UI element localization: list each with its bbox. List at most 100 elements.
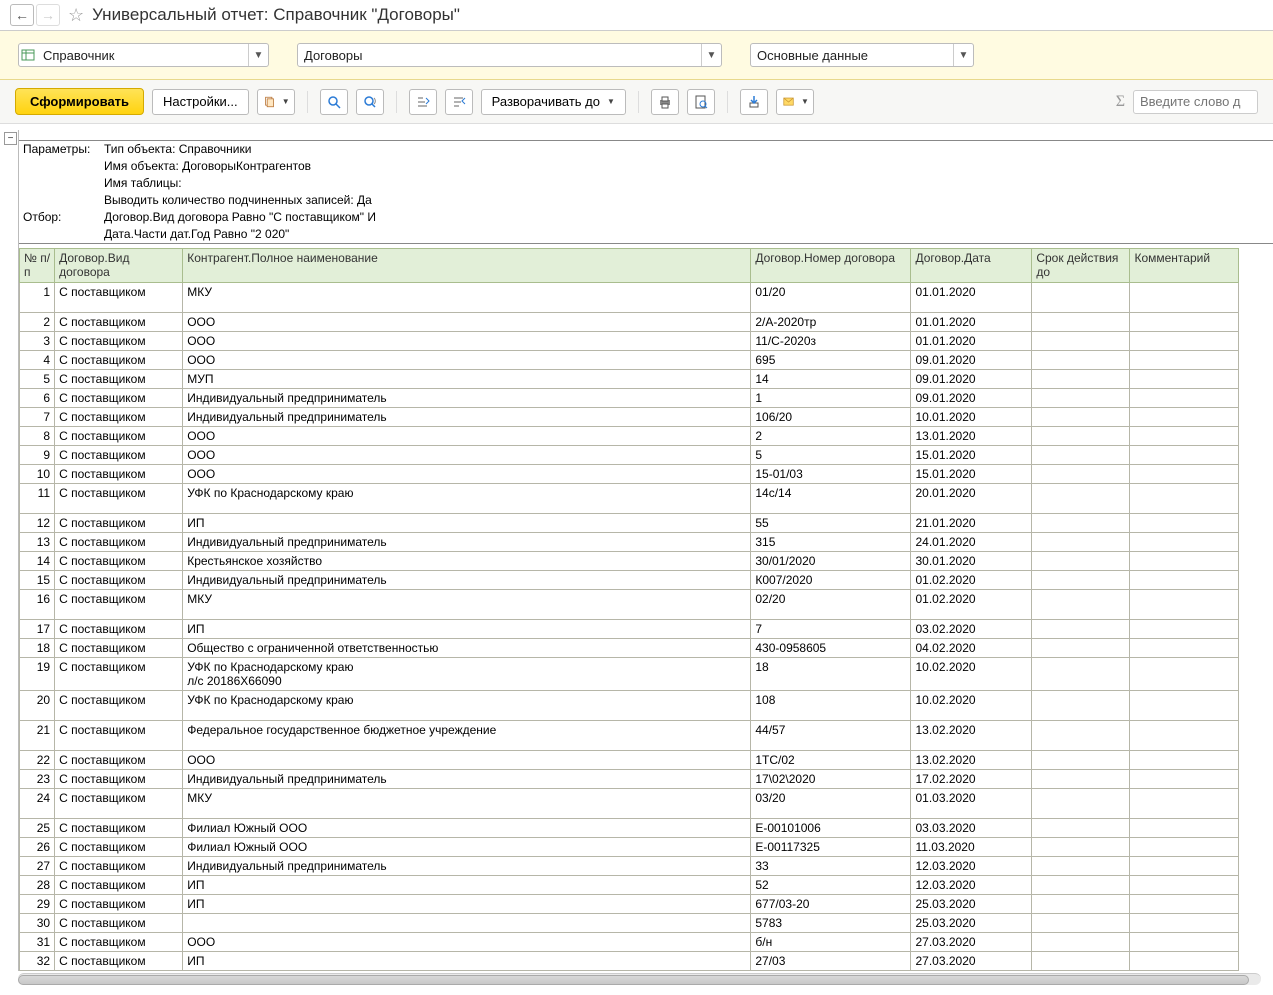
cell-number: 11 — [20, 484, 55, 514]
table-row[interactable]: 21С поставщикомФедеральное государственн… — [20, 721, 1239, 751]
cell-validity — [1032, 370, 1130, 389]
save-button[interactable] — [740, 89, 768, 115]
table-row[interactable]: 1С поставщикомМКУ01/2001.01.2020 — [20, 283, 1239, 313]
cell-date: 03.02.2020 — [911, 620, 1032, 639]
table-row[interactable]: 30С поставщиком578325.03.2020 — [20, 914, 1239, 933]
back-button[interactable]: ← — [10, 4, 34, 26]
table-row[interactable]: 27С поставщикомИндивидуальный предприним… — [20, 857, 1239, 876]
table-row[interactable]: 32С поставщикомИП27/0327.03.2020 — [20, 952, 1239, 971]
col-type[interactable]: Договор.Вид договора — [55, 249, 183, 283]
cell-counterparty: Крестьянское хозяйство — [183, 552, 751, 571]
table-row[interactable]: 13С поставщикомИндивидуальный предприним… — [20, 533, 1239, 552]
table-row[interactable]: 3С поставщикомООО11/С-2020з01.01.2020 — [20, 332, 1239, 351]
collapse-groups-button[interactable] — [445, 89, 473, 115]
cell-counterparty: ООО — [183, 751, 751, 770]
cell-validity — [1032, 914, 1130, 933]
table-name-select[interactable]: Основные данные ▼ — [750, 43, 974, 67]
cell-validity — [1032, 857, 1130, 876]
table-row[interactable]: 22С поставщикомООО1ТС/0213.02.2020 — [20, 751, 1239, 770]
collapse-toggle[interactable]: − — [4, 132, 17, 145]
cell-contract-number: 44/57 — [751, 721, 911, 751]
table-row[interactable]: 7С поставщикомИндивидуальный предпринима… — [20, 408, 1239, 427]
cell-counterparty: МКУ — [183, 590, 751, 620]
sum-icon[interactable]: Σ — [1116, 93, 1125, 111]
table-row[interactable]: 28С поставщикомИП5212.03.2020 — [20, 876, 1239, 895]
object-type-select[interactable]: Справочник ▼ — [18, 43, 269, 67]
table-row[interactable]: 31С поставщикомОООб/н27.03.2020 — [20, 933, 1239, 952]
table-row[interactable]: 18С поставщикомОбщество с ограниченной о… — [20, 639, 1239, 658]
chevron-down-icon[interactable]: ▼ — [248, 44, 268, 66]
print-button[interactable] — [651, 89, 679, 115]
table-row[interactable]: 2С поставщикомООО2/А-2020тр01.01.2020 — [20, 313, 1239, 332]
cell-comment — [1130, 789, 1239, 819]
cell-counterparty — [183, 914, 751, 933]
table-row[interactable]: 20С поставщикомУФК по Краснодарскому кра… — [20, 691, 1239, 721]
cell-comment — [1130, 484, 1239, 514]
col-number[interactable]: № п/п — [20, 249, 55, 283]
search-input[interactable] — [1133, 90, 1258, 114]
cell-comment — [1130, 639, 1239, 658]
expand-to-button[interactable]: Разворачивать до ▼ — [481, 89, 626, 115]
cell-counterparty: ООО — [183, 313, 751, 332]
table-row[interactable]: 15С поставщикомИндивидуальный предприним… — [20, 571, 1239, 590]
chevron-down-icon[interactable]: ▼ — [701, 44, 721, 66]
find-next-button[interactable] — [356, 89, 384, 115]
report-table: № п/п Договор.Вид договора Контрагент.По… — [19, 248, 1239, 971]
cell-date: 10.02.2020 — [911, 691, 1032, 721]
col-contract-number[interactable]: Договор.Номер договора — [751, 249, 911, 283]
cell-date: 30.01.2020 — [911, 552, 1032, 571]
settings-button[interactable]: Настройки... — [152, 89, 249, 115]
table-row[interactable]: 12С поставщикомИП5521.01.2020 — [20, 514, 1239, 533]
cell-contract-number: 1ТС/02 — [751, 751, 911, 770]
preview-button[interactable] — [687, 89, 715, 115]
col-comment[interactable]: Комментарий — [1130, 249, 1239, 283]
cell-validity — [1032, 819, 1130, 838]
variants-button[interactable]: ▼ — [257, 89, 295, 115]
cell-type: С поставщиком — [55, 770, 183, 789]
table-row[interactable]: 25С поставщикомФилиал Южный ОООЕ-0010100… — [20, 819, 1239, 838]
cell-contract-number: К007/2020 — [751, 571, 911, 590]
cell-number: 1 — [20, 283, 55, 313]
table-row[interactable]: 4С поставщикомООО69509.01.2020 — [20, 351, 1239, 370]
table-row[interactable]: 14С поставщикомКрестьянское хозяйство30/… — [20, 552, 1239, 571]
table-row[interactable]: 9С поставщикомООО515.01.2020 — [20, 446, 1239, 465]
table-row[interactable]: 10С поставщикомООО15-01/0315.01.2020 — [20, 465, 1239, 484]
table-row[interactable]: 6С поставщикомИндивидуальный предпринима… — [20, 389, 1239, 408]
generate-button[interactable]: Сформировать — [15, 88, 144, 115]
col-validity[interactable]: Срок действия до — [1032, 249, 1130, 283]
cell-date: 01.01.2020 — [911, 332, 1032, 351]
cell-number: 19 — [20, 658, 55, 691]
table-row[interactable]: 5С поставщикомМУП1409.01.2020 — [20, 370, 1239, 389]
table-row[interactable]: 24С поставщикомМКУ03/2001.03.2020 — [20, 789, 1239, 819]
send-button[interactable]: ▼ — [776, 89, 814, 115]
horizontal-scrollbar[interactable] — [18, 973, 1261, 985]
table-row[interactable]: 16С поставщикомМКУ02/2001.02.2020 — [20, 590, 1239, 620]
col-counterparty[interactable]: Контрагент.Полное наименование — [183, 249, 751, 283]
cell-comment — [1130, 571, 1239, 590]
cell-comment — [1130, 770, 1239, 789]
cell-type: С поставщиком — [55, 952, 183, 971]
col-date[interactable]: Договор.Дата — [911, 249, 1032, 283]
cell-validity — [1032, 283, 1130, 313]
cell-counterparty: ООО — [183, 332, 751, 351]
cell-number: 6 — [20, 389, 55, 408]
object-name-select[interactable]: Договоры ▼ — [297, 43, 722, 67]
cell-type: С поставщиком — [55, 751, 183, 770]
scrollbar-thumb[interactable] — [18, 975, 1249, 985]
find-button[interactable] — [320, 89, 348, 115]
forward-button[interactable]: → — [36, 4, 60, 26]
favorite-star-icon[interactable]: ☆ — [68, 5, 84, 26]
expand-groups-button[interactable] — [409, 89, 437, 115]
table-row[interactable]: 26С поставщикомФилиал Южный ОООЕ-0011732… — [20, 838, 1239, 857]
table-row[interactable]: 29С поставщикомИП677/03-2025.03.2020 — [20, 895, 1239, 914]
table-row[interactable]: 11С поставщикомУФК по Краснодарскому кра… — [20, 484, 1239, 514]
table-row[interactable]: 8С поставщикомООО213.01.2020 — [20, 427, 1239, 446]
chevron-down-icon[interactable]: ▼ — [953, 44, 973, 66]
cell-counterparty: Индивидуальный предприниматель — [183, 571, 751, 590]
table-row[interactable]: 23С поставщикомИндивидуальный предприним… — [20, 770, 1239, 789]
cell-date: 11.03.2020 — [911, 838, 1032, 857]
table-row[interactable]: 19С поставщикомУФК по Краснодарскому кра… — [20, 658, 1239, 691]
cell-comment — [1130, 691, 1239, 721]
cell-type: С поставщиком — [55, 933, 183, 952]
table-row[interactable]: 17С поставщикомИП703.02.2020 — [20, 620, 1239, 639]
